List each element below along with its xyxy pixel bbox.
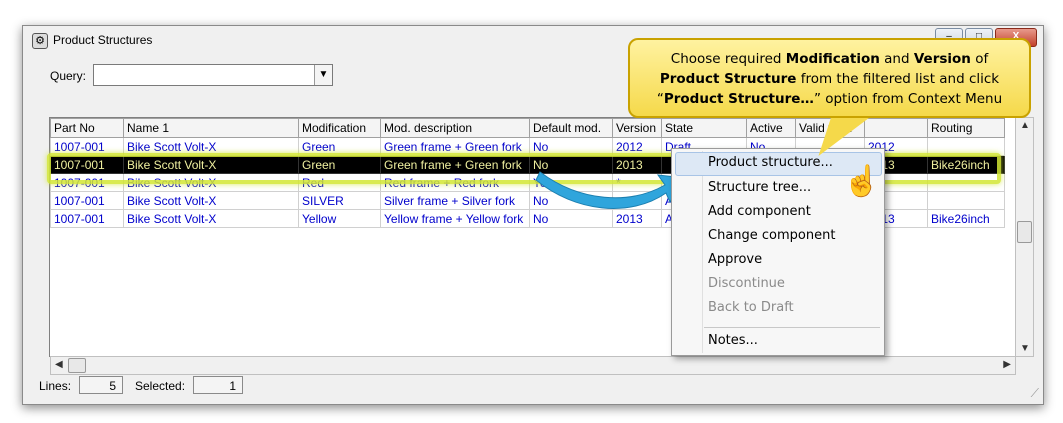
table-cell: 1007-001 (50, 191, 124, 210)
menu-item-add-component[interactable]: Add component (708, 204, 811, 219)
table-cell: Bike Scott Volt-X (123, 155, 299, 174)
hand-cursor-icon: ☝ (843, 165, 881, 198)
table-cell: Silver frame + Silver fork (380, 191, 530, 210)
table-cell: 1007-001 (50, 155, 124, 174)
table-cell: Red frame + Red fork (380, 173, 530, 192)
column-header[interactable]: Version (612, 118, 662, 138)
table-cell: Green (298, 155, 381, 174)
menu-gutter (702, 151, 703, 353)
scroll-up-icon[interactable]: ▲ (1020, 120, 1030, 131)
table-cell: Yellow (298, 209, 381, 228)
column-header[interactable]: Modification (298, 118, 381, 138)
vertical-scroll-thumb[interactable] (1017, 221, 1032, 243)
menu-item-approve[interactable]: Approve (708, 252, 762, 267)
menu-item-structure-tree[interactable]: Structure tree... (708, 180, 811, 195)
table-cell (927, 137, 1005, 156)
selected-label: Selected: (135, 379, 186, 393)
query-label: Query: (50, 69, 87, 83)
window-title: Product Structures (53, 33, 153, 47)
table-cell: Green frame + Green fork (380, 155, 530, 174)
table-cell: 1007-001 (50, 173, 124, 192)
table-cell: Bike Scott Volt-X (123, 173, 299, 192)
instruction-callout: Choose required Modification and Version… (628, 38, 1031, 118)
pointer-arrow (535, 171, 686, 209)
menu-separator (704, 327, 880, 328)
lines-label: Lines: (39, 379, 72, 393)
vertical-scrollbar[interactable]: ▲ ▼ (1015, 117, 1034, 357)
column-header[interactable]: Active (746, 118, 796, 138)
scroll-left-icon[interactable]: ◀ (55, 359, 63, 370)
arrow-icon (535, 171, 686, 209)
menu-item-product-structure[interactable]: Product structure... (708, 155, 833, 170)
menu-item-notes[interactable]: Notes... (708, 333, 758, 348)
column-header[interactable]: Routing (927, 118, 1005, 138)
scroll-down-icon[interactable]: ▼ (1020, 343, 1030, 354)
table-cell: 1007-001 (50, 137, 124, 156)
column-header[interactable]: Name 1 (123, 118, 299, 138)
table-cell: SILVER (298, 191, 381, 210)
table-cell: Bike26inch (927, 209, 1005, 228)
column-header[interactable]: Mod. description (380, 118, 530, 138)
table-cell: 1007-001 (50, 209, 124, 228)
menu-item-change-component[interactable]: Change component (708, 228, 835, 243)
column-header[interactable]: Part No (50, 118, 124, 138)
table-cell (927, 173, 1005, 192)
lines-count: 5 (79, 376, 123, 394)
table-cell: Red (298, 173, 381, 192)
scroll-right-icon[interactable]: ▶ (1003, 359, 1011, 370)
table-cell: Bike Scott Volt-X (123, 209, 299, 228)
selected-count: 1 (193, 376, 243, 394)
table-cell: Bike Scott Volt-X (123, 137, 299, 156)
column-header[interactable]: Default mod. (529, 118, 613, 138)
app-icon: ⚙ (32, 33, 48, 49)
table-cell: Green (298, 137, 381, 156)
callout-line-3: “Product Structure…” option from Context… (656, 91, 1003, 107)
table-cell (927, 191, 1005, 210)
menu-item-back-to-draft: Back to Draft (708, 300, 794, 315)
callout-line-1: Choose required Modification and Version… (670, 51, 989, 67)
menu-item-discontinue: Discontinue (708, 276, 785, 291)
table-cell: Green frame + Green fork (380, 137, 530, 156)
table-cell: Bike Scott Volt-X (123, 191, 299, 210)
callout-line-2: Product Structure from the filtered list… (659, 71, 1000, 87)
column-header[interactable] (864, 118, 928, 138)
table-cell: Yellow frame + Yellow fork (380, 209, 530, 228)
column-header[interactable]: State (661, 118, 747, 138)
status-bar: Lines: 5 Selected: 1 ⟋ (23, 370, 1043, 404)
chevron-down-icon[interactable]: ▼ (314, 65, 332, 85)
resize-grip-icon[interactable]: ⟋ (1031, 386, 1039, 401)
table-cell: Bike26inch (927, 155, 1005, 174)
query-combobox[interactable]: ▼ (93, 64, 333, 86)
